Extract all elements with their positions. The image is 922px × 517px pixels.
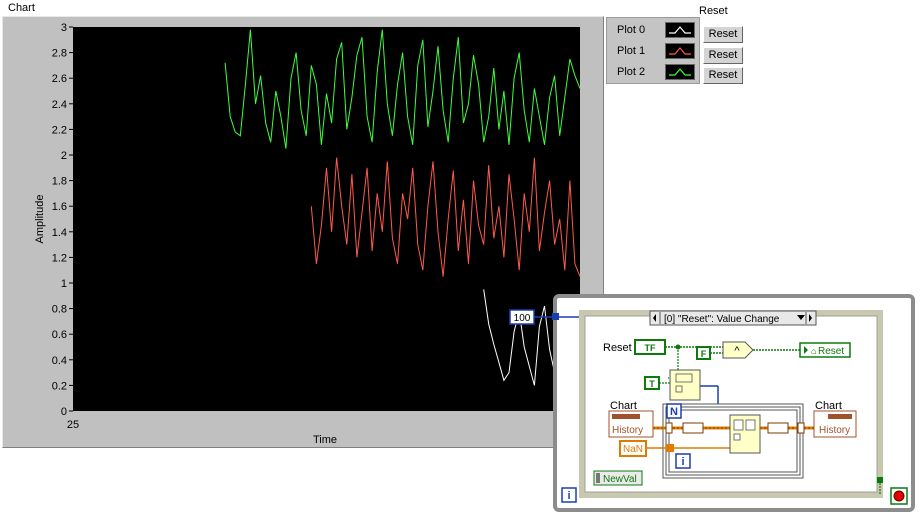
svg-text:⌂: ⌂	[811, 346, 816, 356]
reset-terminal-type: TF	[645, 343, 656, 353]
stop-icon	[893, 490, 905, 502]
reset-terminal-label: Reset	[603, 342, 632, 354]
constant-100-label: 100	[514, 313, 531, 324]
history-left-label: History	[612, 425, 643, 436]
and-symbol: ^	[734, 345, 740, 357]
reset-local-label: Reset	[818, 346, 844, 357]
outer-i-label: i	[567, 490, 570, 502]
chart-history-right-label: Chart	[815, 400, 842, 412]
block-diagram: 100 [0] "Reset": Value Change Reset TF F…	[509, 309, 908, 505]
true-const-label: T	[649, 379, 655, 389]
nan-label: NaN	[623, 444, 643, 455]
false-const-label: F	[701, 349, 707, 359]
newval-label: NewVal	[603, 474, 637, 485]
n-label: N	[670, 406, 678, 418]
select-function[interactable]	[669, 369, 701, 401]
chart-history-left-label: Chart	[610, 400, 637, 412]
event-case-label: [0] "Reset": Value Change	[664, 314, 780, 325]
inner-i-label: i	[681, 456, 684, 468]
history-right-label: History	[819, 425, 850, 436]
